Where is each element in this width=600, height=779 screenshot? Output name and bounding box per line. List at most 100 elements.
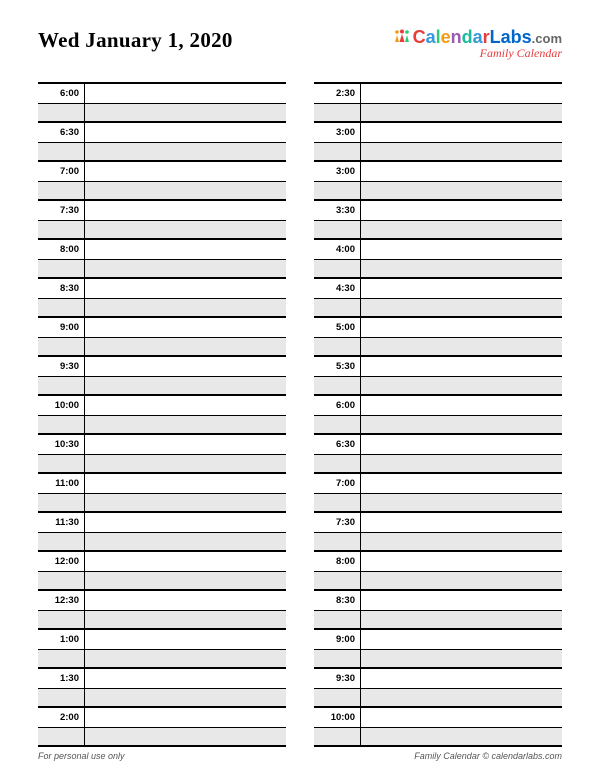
time-slot: 4:00 [314,240,562,260]
footer-left: For personal use only [38,751,125,761]
entry-field[interactable] [361,708,562,727]
time-label: 9:00 [314,630,361,649]
entry-field[interactable] [85,533,286,551]
entry-field[interactable] [361,533,562,551]
entry-field[interactable] [361,377,562,395]
entry-field[interactable] [361,630,562,649]
entry-field[interactable] [361,221,562,239]
entry-field[interactable] [85,650,286,668]
entry-field[interactable] [85,182,286,200]
time-label [314,104,361,122]
entry-field[interactable] [85,474,286,493]
entry-field[interactable] [85,572,286,590]
entry-field[interactable] [361,669,562,688]
entry-field[interactable] [85,357,286,376]
entry-field[interactable] [361,591,562,610]
entry-field[interactable] [85,201,286,220]
entry-field[interactable] [85,728,286,746]
entry-field[interactable] [361,435,562,454]
time-slot [314,533,562,553]
entry-field[interactable] [361,494,562,512]
entry-field[interactable] [85,396,286,415]
time-label: 4:00 [314,240,361,259]
entry-field[interactable] [85,338,286,356]
entry-field[interactable] [85,299,286,317]
entry-field[interactable] [361,728,562,746]
time-label: 8:30 [314,591,361,610]
time-slot [314,377,562,397]
entry-field[interactable] [361,572,562,590]
entry-field[interactable] [361,513,562,532]
family-icon [393,28,411,46]
entry-field[interactable] [85,552,286,571]
entry-field[interactable] [85,708,286,727]
entry-field[interactable] [361,552,562,571]
time-slot: 5:00 [314,318,562,338]
entry-field[interactable] [85,123,286,142]
entry-field[interactable] [85,143,286,161]
entry-field[interactable] [361,318,562,337]
time-slot [314,221,562,241]
entry-field[interactable] [361,84,562,103]
time-label [314,182,361,200]
entry-field[interactable] [361,240,562,259]
time-label [38,728,85,746]
entry-field[interactable] [85,84,286,103]
time-slot [38,611,286,631]
entry-field[interactable] [85,318,286,337]
time-label: 10:00 [314,708,361,727]
entry-field[interactable] [85,260,286,278]
entry-field[interactable] [361,143,562,161]
entry-field[interactable] [85,689,286,707]
time-slot: 12:30 [38,591,286,611]
entry-field[interactable] [85,162,286,181]
time-label: 11:30 [38,513,85,532]
entry-field[interactable] [361,123,562,142]
time-label: 9:00 [38,318,85,337]
time-slot: 9:00 [314,630,562,650]
entry-field[interactable] [361,279,562,298]
time-label [38,689,85,707]
time-label [314,494,361,512]
time-slot [38,221,286,241]
entry-field[interactable] [361,396,562,415]
entry-field[interactable] [85,416,286,434]
entry-field[interactable] [361,338,562,356]
entry-field[interactable] [361,182,562,200]
entry-field[interactable] [85,435,286,454]
entry-field[interactable] [85,494,286,512]
entry-field[interactable] [85,221,286,239]
time-label [38,572,85,590]
time-slot: 7:00 [314,474,562,494]
entry-field[interactable] [85,630,286,649]
entry-field[interactable] [361,299,562,317]
entry-field[interactable] [85,455,286,473]
entry-field[interactable] [361,357,562,376]
entry-field[interactable] [361,416,562,434]
time-label [314,572,361,590]
entry-field[interactable] [85,240,286,259]
time-slot: 8:30 [314,591,562,611]
time-slot [38,455,286,475]
entry-field[interactable] [361,474,562,493]
entry-field[interactable] [361,650,562,668]
entry-field[interactable] [85,591,286,610]
entry-field[interactable] [85,611,286,629]
entry-field[interactable] [361,455,562,473]
entry-field[interactable] [361,611,562,629]
time-label [38,611,85,629]
entry-field[interactable] [85,104,286,122]
time-label: 10:30 [38,435,85,454]
time-slot [314,104,562,124]
time-label: 2:00 [38,708,85,727]
entry-field[interactable] [85,513,286,532]
entry-field[interactable] [361,104,562,122]
entry-field[interactable] [361,689,562,707]
time-slot: 8:00 [38,240,286,260]
entry-field[interactable] [85,279,286,298]
entry-field[interactable] [361,201,562,220]
entry-field[interactable] [85,377,286,395]
entry-field[interactable] [361,260,562,278]
entry-field[interactable] [361,162,562,181]
entry-field[interactable] [85,669,286,688]
